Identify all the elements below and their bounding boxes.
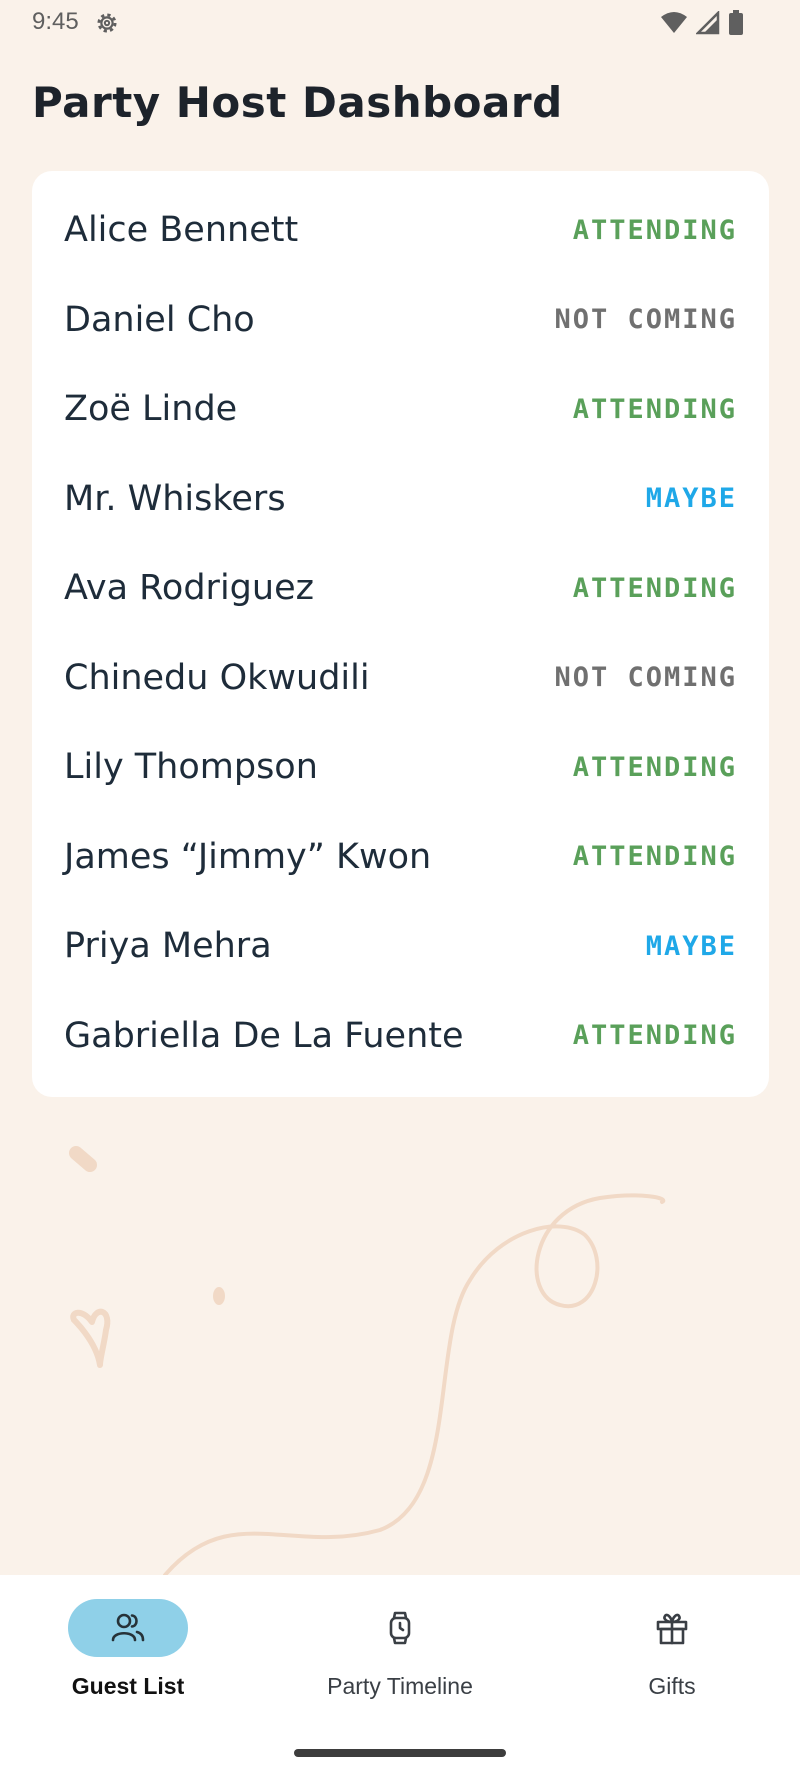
nav-item-guest-list[interactable]: Guest List xyxy=(8,1599,248,1709)
guest-name: Alice Bennett xyxy=(64,210,299,250)
guest-row[interactable]: Ava Rodriguez ATTENDING xyxy=(32,543,769,633)
rsvp-status-badge: ATTENDING xyxy=(572,393,737,425)
guest-name: Ava Rodriguez xyxy=(64,568,314,608)
guest-row[interactable]: Lily Thompson ATTENDING xyxy=(32,722,769,812)
guest-row[interactable]: Alice Bennett ATTENDING xyxy=(32,185,769,275)
guest-name: James “Jimmy” Kwon xyxy=(64,836,432,877)
settings-gear-icon xyxy=(94,10,120,36)
rsvp-status-badge: NOT COMING xyxy=(554,662,737,693)
watch-icon xyxy=(382,1610,418,1646)
people-icon xyxy=(110,1610,146,1646)
guest-name: Gabriella De La Fuente xyxy=(64,1015,464,1056)
guest-row[interactable]: Daniel Cho NOT COMING xyxy=(32,275,769,365)
guest-row[interactable]: Mr. Whiskers MAYBE xyxy=(32,454,769,544)
guest-list-card: Alice Bennett ATTENDING Daniel Cho NOT COMI… xyxy=(32,171,769,1097)
signal-icon xyxy=(696,11,720,35)
nav-item-gifts[interactable]: Gifts xyxy=(552,1599,792,1709)
rsvp-status-badge: MAYBE xyxy=(645,483,737,514)
guest-name: Priya Mehra xyxy=(64,926,272,966)
rsvp-status-badge: MAYBE xyxy=(645,930,737,962)
nav-item-party-timeline[interactable]: Party Timeline xyxy=(280,1599,520,1709)
bottom-navigation: Guest List Party Timeline Gifts xyxy=(0,1575,800,1778)
guest-row[interactable]: James “Jimmy” Kwon ATTENDING xyxy=(32,812,769,902)
guest-row[interactable]: Chinedu Okwudili NOT COMING xyxy=(32,633,769,723)
rsvp-status-badge: ATTENDING xyxy=(572,214,737,246)
status-bar: 9:45 xyxy=(0,0,800,48)
nav-label-gifts: Gifts xyxy=(648,1673,696,1699)
guest-name: Lily Thompson xyxy=(64,747,318,787)
gift-icon xyxy=(654,1610,690,1646)
rsvp-status-badge: ATTENDING xyxy=(572,841,737,872)
guest-row[interactable]: Priya Mehra MAYBE xyxy=(32,901,769,991)
decorative-doodles xyxy=(69,1146,666,1575)
guest-name: Daniel Cho xyxy=(64,299,255,340)
guest-name: Zoë Linde xyxy=(64,389,238,429)
nav-label-party-timeline: Party Timeline xyxy=(327,1673,473,1699)
rsvp-status-badge: NOT COMING xyxy=(554,304,737,335)
battery-icon xyxy=(728,10,744,36)
wifi-icon xyxy=(660,11,688,35)
guest-row[interactable]: Gabriella De La Fuente ATTENDING xyxy=(32,991,769,1081)
rsvp-status-badge: ATTENDING xyxy=(572,751,737,783)
rsvp-status-badge: ATTENDING xyxy=(572,1020,737,1051)
guest-name: Chinedu Okwudili xyxy=(64,657,370,698)
nav-label-guest-list: Guest List xyxy=(71,1673,185,1699)
guest-row[interactable]: Zoë Linde ATTENDING xyxy=(32,364,769,454)
status-time: 9:45 xyxy=(32,8,79,35)
rsvp-status-badge: ATTENDING xyxy=(572,572,737,604)
page-title: Party Host Dashboard xyxy=(32,78,563,127)
home-indicator xyxy=(294,1749,506,1757)
guest-name: Mr. Whiskers xyxy=(64,478,286,519)
